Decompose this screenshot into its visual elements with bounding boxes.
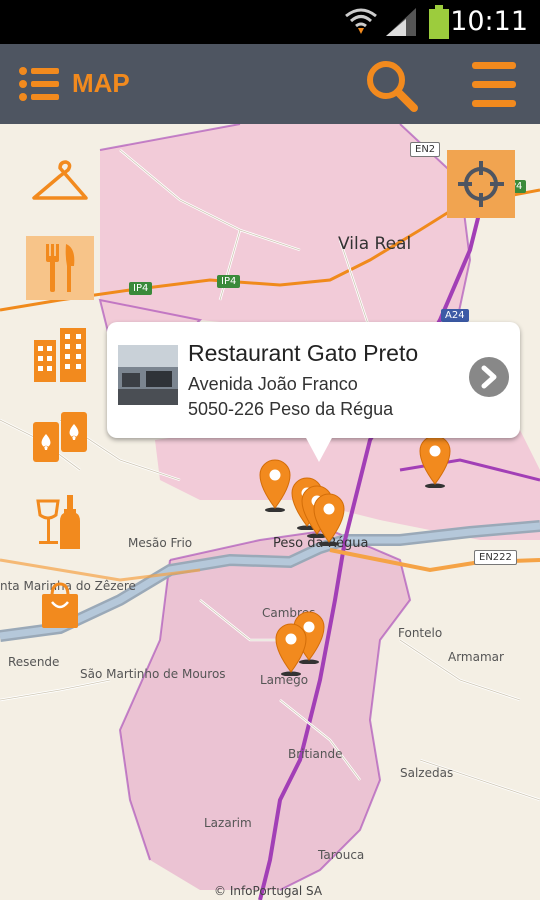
chevron-right-icon — [481, 365, 497, 389]
map-label-resende: Resende — [8, 655, 60, 669]
page-title: MAP — [72, 68, 130, 98]
road-shield-ip4-a: IP4 — [129, 282, 153, 295]
signal-icon — [386, 8, 416, 36]
place-postal-code: 5050-226 Peso da Régua — [188, 399, 394, 419]
place-name: Restaurant Gato Preto — [188, 340, 419, 366]
map-pin[interactable] — [258, 458, 292, 512]
place-address: Avenida João Franco — [188, 374, 358, 394]
clock: 10:11 — [450, 6, 528, 37]
map-copyright: © InfoPortugal SA — [214, 884, 323, 898]
category-restaurants-button[interactable] — [26, 236, 94, 300]
locate-me-button[interactable] — [447, 150, 515, 218]
status-bar: 10:11 — [0, 0, 540, 44]
shopping-bag-icon — [42, 582, 78, 628]
list-menu-icon[interactable] — [18, 66, 60, 102]
road-shield-a24: A24 — [441, 309, 469, 322]
battery-icon — [429, 5, 449, 39]
search-icon[interactable] — [364, 58, 418, 112]
map-pin[interactable] — [274, 622, 308, 676]
hanger-icon — [32, 160, 88, 200]
place-info-popup[interactable]: Restaurant Gato Preto Avenida João Franc… — [107, 322, 520, 462]
place-details-button[interactable] — [469, 357, 509, 397]
category-fashion-button[interactable] — [26, 150, 94, 214]
map-label-armamar: Armamar — [448, 650, 504, 664]
map-label-lazarim: Lazarim — [204, 816, 252, 830]
category-shopping-button[interactable] — [26, 574, 94, 638]
wifi-icon — [345, 8, 377, 34]
map-pin[interactable] — [418, 434, 452, 488]
crosshair-icon — [458, 161, 504, 207]
category-wine-button[interactable] — [26, 490, 94, 554]
fork-knife-icon — [46, 244, 75, 292]
map-label-fontelo: Fontelo — [398, 626, 443, 640]
map-label-mesao-frio: Mesão Frio — [128, 536, 193, 550]
map-label-britiande: Britiande — [288, 747, 343, 761]
popup-pointer — [305, 436, 333, 462]
road-shield-en2: EN2 — [410, 142, 441, 157]
map-label-vila-real: Vila Real — [338, 234, 412, 254]
app-bar: MAP — [0, 44, 540, 124]
category-entertainment-button[interactable] — [26, 406, 94, 470]
wine-icon — [36, 495, 80, 549]
road-shield-ip4-b: IP4 — [217, 275, 241, 288]
map-pin[interactable] — [312, 492, 346, 546]
cards-icon — [33, 412, 87, 462]
building-icon — [34, 328, 86, 382]
place-thumbnail — [118, 345, 178, 405]
map-label-tarouca: Tarouca — [318, 848, 365, 862]
road-shield-en222: EN222 — [474, 550, 517, 565]
hamburger-menu-icon[interactable] — [470, 60, 518, 110]
map-label-salzedas: Salzedas — [400, 766, 454, 780]
map-label-sao-martinho: São Martinho de Mouros — [80, 667, 226, 681]
category-hotels-button[interactable] — [26, 322, 94, 386]
